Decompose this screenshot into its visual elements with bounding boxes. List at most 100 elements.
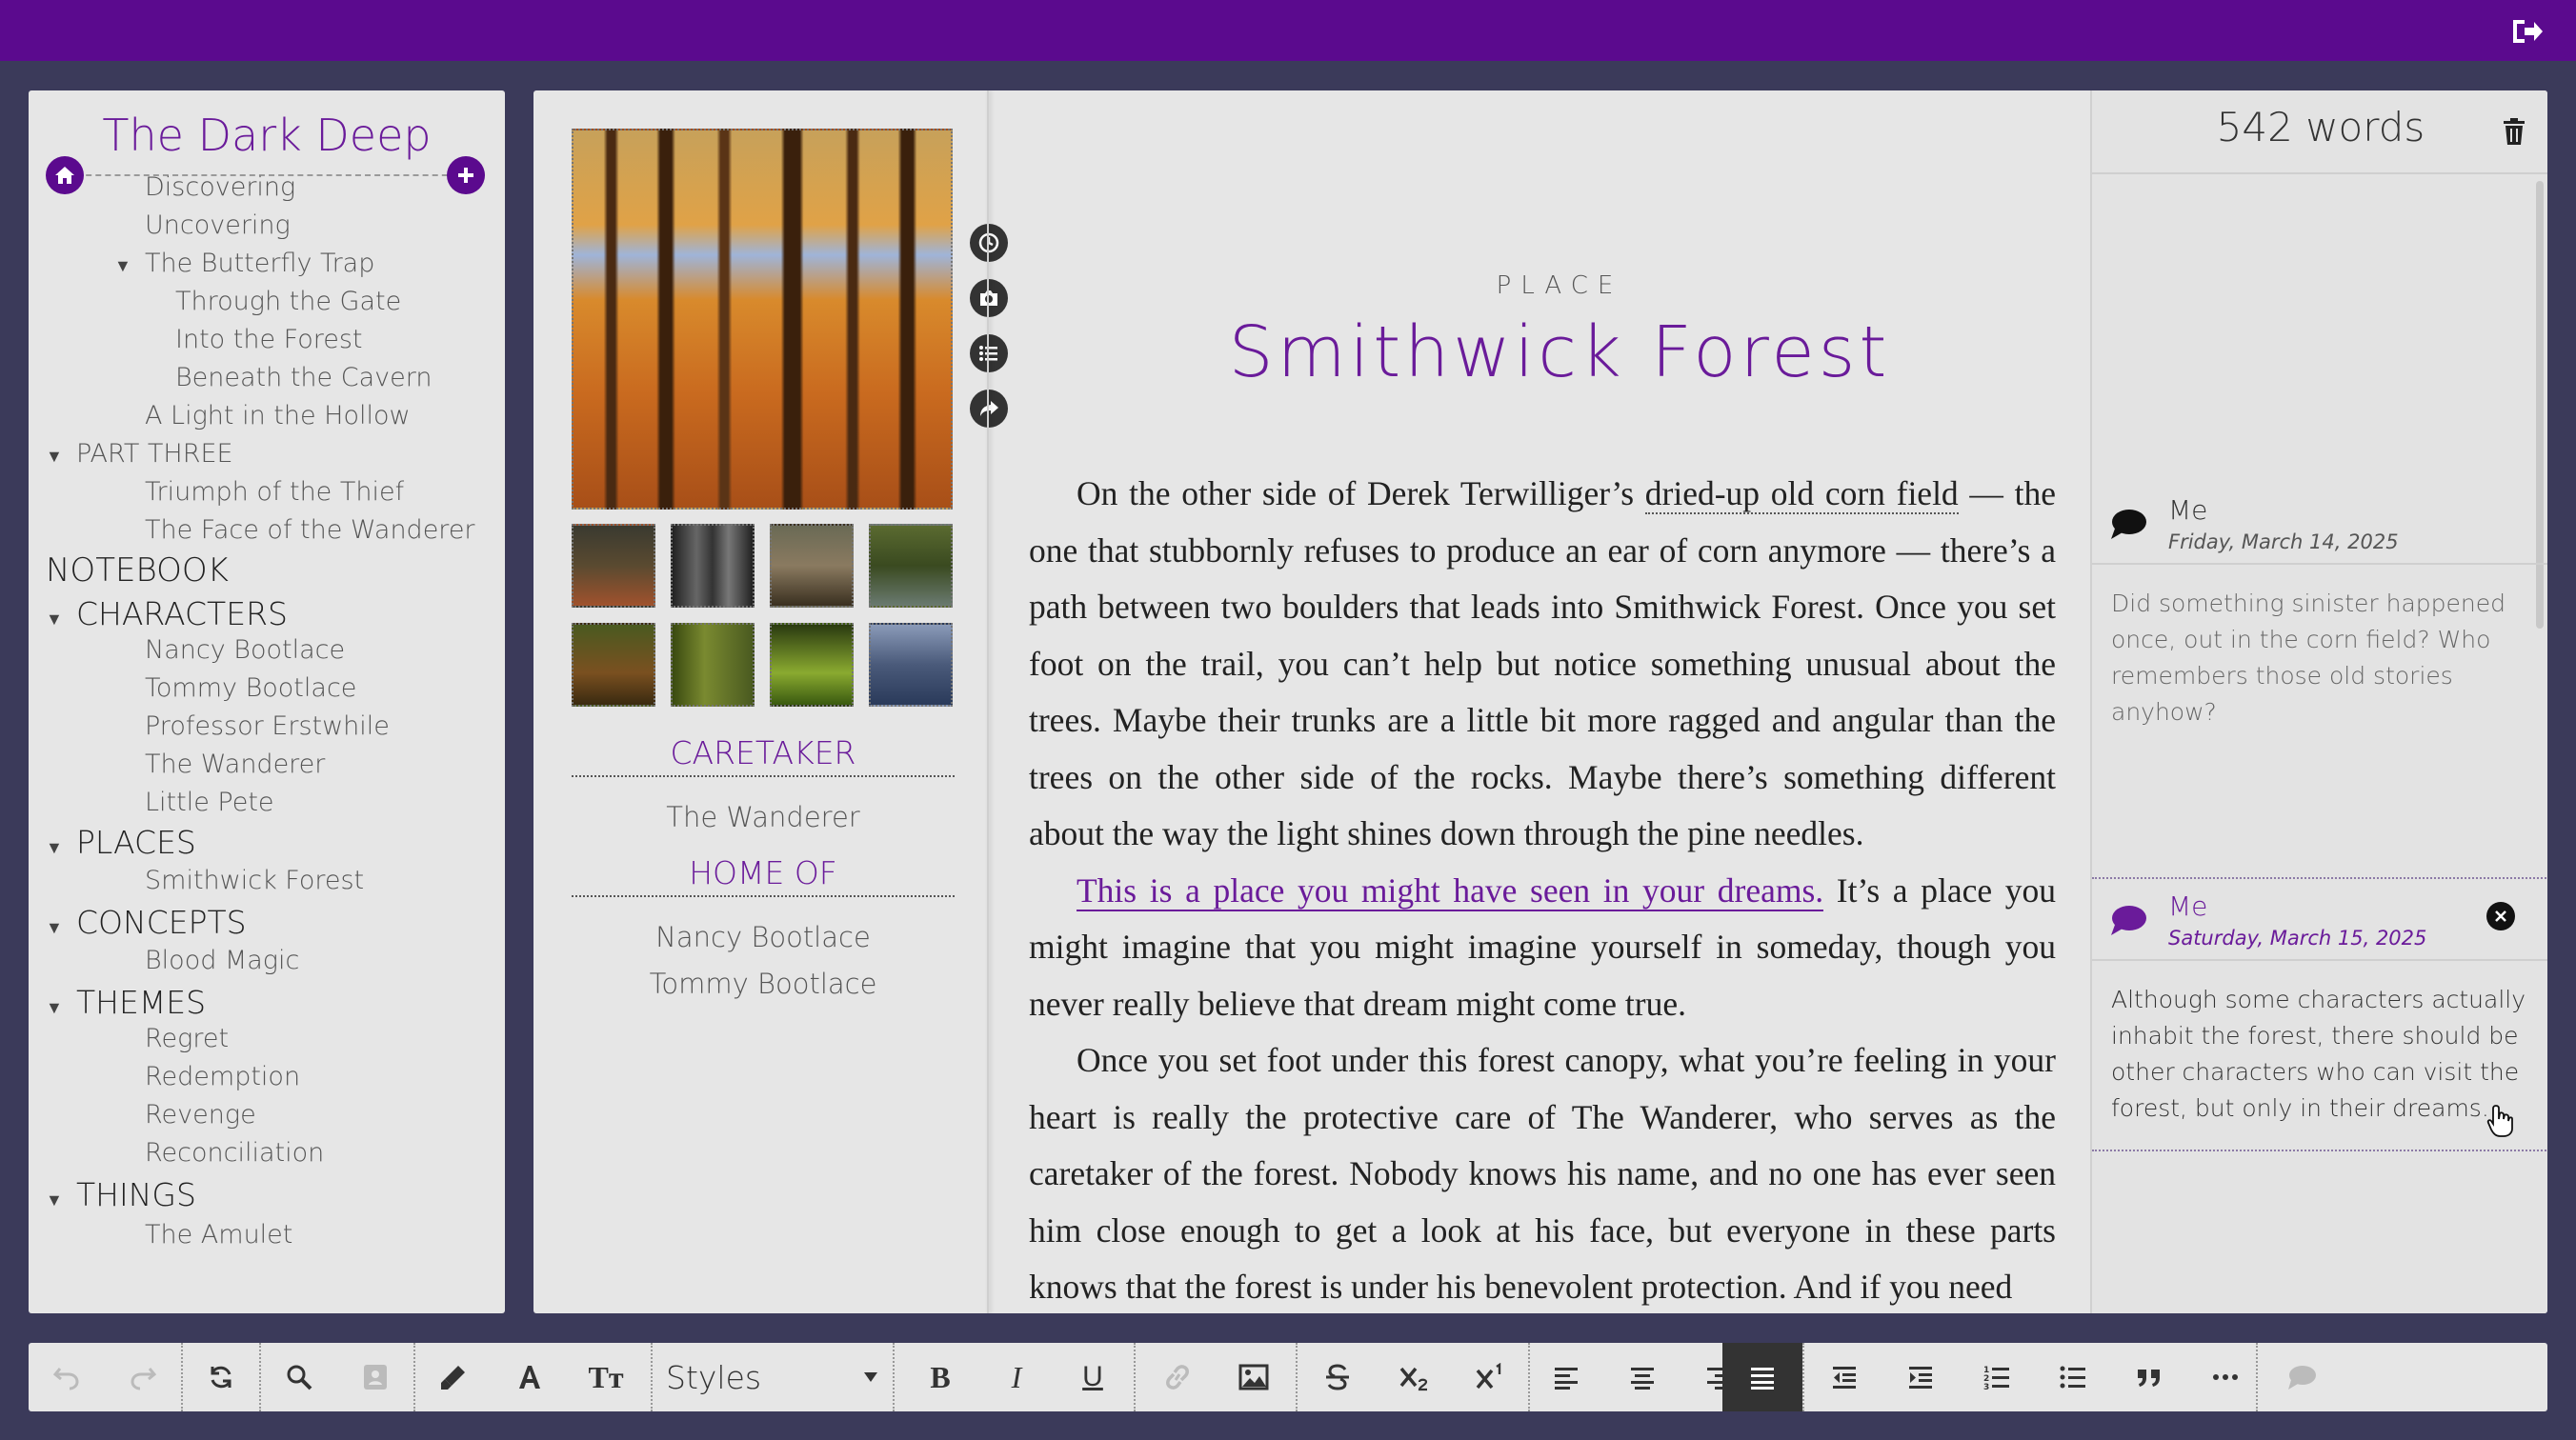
add-item-button[interactable] [447,156,485,194]
tree-item[interactable]: A Light in the Hollow [145,401,411,430]
outdent-button[interactable] [1806,1343,1882,1411]
paragraph[interactable]: This is a place you might have seen in y… [1029,863,2056,1033]
thumbnail[interactable] [869,623,953,707]
document-title[interactable]: Smithwick Forest [1029,311,2090,393]
paragraph[interactable]: Once you set foot under this forest cano… [1029,1032,2056,1313]
home-of-value[interactable]: Nancy Bootlace [572,921,955,953]
comment-header[interactable]: Me Friday, March 14, 2025 [2092,487,2540,563]
link-button[interactable] [1139,1343,1216,1411]
disclosure-triangle-icon[interactable]: ▼ [46,610,63,630]
undo-button[interactable] [29,1343,105,1411]
tree-item[interactable]: ▼ THINGS [46,1176,196,1213]
tree-item[interactable]: ▼ PART THREE [46,439,233,469]
subscript-button[interactable] [1376,1343,1452,1411]
redo-button[interactable] [105,1343,181,1411]
tree-item[interactable]: The Face of the Wanderer [145,515,475,545]
disclosure-triangle-icon[interactable]: ▼ [46,838,63,858]
thumbnail[interactable] [572,623,655,707]
disclosure-triangle-icon[interactable]: ▼ [114,256,131,276]
image-button[interactable] [1216,1343,1292,1411]
history-button[interactable] [970,224,1008,262]
thumbnail[interactable] [671,524,755,608]
tree-item[interactable]: ▼ PLACES [46,824,196,861]
comment-author: Me [2168,494,2208,526]
add-comment-button[interactable] [2264,1343,2340,1411]
styles-dropdown[interactable]: Styles [653,1343,891,1411]
commented-text[interactable]: This is a place you might have seen in y… [1077,870,1824,911]
tree-item[interactable]: Nancy Bootlace [145,635,345,665]
tree-item[interactable]: Little Pete [145,788,274,817]
tree-item[interactable]: Professor Erstwhile [145,711,390,741]
comment-text[interactable]: Although some characters actually inhabi… [2111,982,2530,1127]
tree-item[interactable]: Redemption [145,1062,300,1091]
project-title[interactable]: The Dark Deep [29,110,505,161]
annotated-text[interactable]: dried-up old corn field [1644,474,1959,514]
align-justify-button[interactable] [1722,1343,1802,1411]
tree-item[interactable]: Tommy Bootlace [145,673,356,703]
document-body[interactable]: On the other side of Derek Terwilliger’s… [1029,466,2056,1313]
disclosure-triangle-icon[interactable]: ▼ [46,447,63,467]
paragraph[interactable]: On the other side of Derek Terwilliger’s… [1029,466,2056,863]
bold-button[interactable]: B [902,1343,978,1411]
thumbnail[interactable] [770,623,854,707]
comment-text[interactable]: Did something sinister happened once, ou… [2111,586,2530,730]
tree-item[interactable]: Discovering [145,172,295,202]
indent-button[interactable] [1882,1343,1959,1411]
tree-item[interactable]: Beneath the Cavern [175,363,432,392]
tree-item[interactable]: Revenge [145,1100,256,1130]
bullet-list-button[interactable] [2035,1343,2111,1411]
blockquote-button[interactable] [2111,1343,2187,1411]
disclosure-triangle-icon[interactable]: ▼ [29,566,32,586]
tree-item[interactable]: Triumph of the Thief [145,477,404,507]
tree-item[interactable]: The Wanderer [145,750,325,779]
delete-comment-button[interactable] [2486,902,2515,930]
more-button[interactable] [2187,1343,2264,1411]
home-button[interactable] [46,156,84,194]
share-button[interactable] [970,390,1008,428]
tree-item[interactable]: Smithwick Forest [145,866,364,895]
trash-icon[interactable] [2502,117,2526,146]
search-button[interactable] [261,1343,337,1411]
tree-item[interactable]: ▼ NOTEBOOK [29,551,229,590]
font-button[interactable] [492,1343,568,1411]
thumbnail[interactable] [770,524,854,608]
thumbnail[interactable] [869,524,953,608]
caretaker-value[interactable]: The Wanderer [572,801,955,833]
ordered-list-button[interactable]: 123 [1959,1343,2035,1411]
snapshot-button[interactable] [970,279,1008,317]
comment-header[interactable]: Me Saturday, March 15, 2025 [2092,883,2540,959]
document-editor[interactable]: PLACE Smithwick Forest On the other side… [1029,90,2090,1313]
tree-item[interactable]: Into the Forest [175,325,363,354]
highlighter-button[interactable] [415,1343,492,1411]
tree-item[interactable]: Uncovering [145,210,291,240]
tree-item[interactable]: Blood Magic [145,946,299,975]
contact-card-button[interactable] [337,1343,413,1411]
italic-button[interactable]: I [978,1343,1055,1411]
align-left-button[interactable] [1528,1343,1604,1411]
home-of-value[interactable]: Tommy Bootlace [572,968,955,1000]
font-size-button[interactable]: Tт [568,1343,644,1411]
align-justify-icon [1751,1368,1774,1390]
superscript-button[interactable] [1452,1343,1528,1411]
tree-item[interactable]: ▼ The Butterfly Trap [114,249,374,278]
align-center-button[interactable] [1604,1343,1680,1411]
thumbnail[interactable] [572,524,655,608]
tree-item[interactable]: Reconciliation [145,1138,324,1168]
place-main-photo[interactable] [572,129,953,510]
disclosure-triangle-icon[interactable]: ▼ [46,1190,63,1210]
disclosure-triangle-icon[interactable]: ▼ [46,918,63,938]
outline-button[interactable] [970,334,1008,372]
tree-item[interactable]: ▼ CHARACTERS [46,595,288,632]
underline-button[interactable]: U [1055,1343,1131,1411]
disclosure-triangle-icon[interactable]: ▼ [46,998,63,1018]
tree-item[interactable]: Regret [145,1024,229,1053]
tree-item[interactable]: ▼ THEMES [46,984,206,1021]
tree-item[interactable]: Through the Gate [175,287,401,316]
tree-item[interactable]: The Amulet [145,1220,292,1250]
thumbnail[interactable] [671,623,755,707]
tree-item[interactable]: ▼ CONCEPTS [46,904,247,941]
toolbar-separator [1296,1343,1298,1411]
sync-button[interactable] [183,1343,259,1411]
logout-icon[interactable] [2511,17,2544,46]
strikethrough-button[interactable] [1299,1343,1376,1411]
